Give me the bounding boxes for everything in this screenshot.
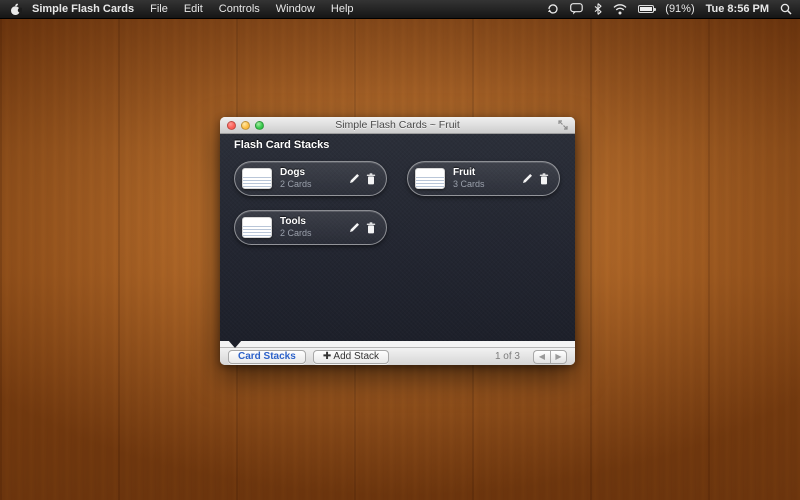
card-thumbnail-icon [242, 168, 272, 189]
card-thumbnail-icon [242, 217, 272, 238]
panel-heading: Flash Card Stacks [234, 139, 561, 151]
stack-card-dogs[interactable]: Dogs 2 Cards [234, 161, 387, 196]
sync-icon[interactable] [547, 3, 559, 15]
battery-fill [640, 7, 652, 11]
menu-controls[interactable]: Controls [219, 3, 260, 15]
close-button[interactable] [227, 121, 236, 130]
apple-menu[interactable] [8, 3, 24, 16]
battery-icon[interactable] [638, 5, 654, 13]
minimize-button[interactable] [241, 121, 250, 130]
window-body-strip [220, 341, 575, 347]
menu-help[interactable]: Help [331, 3, 354, 15]
flash-card-stacks-panel: Flash Card Stacks Dogs 2 Cards [220, 134, 575, 341]
status-icons: (91%) Tue 8:56 PM [547, 3, 792, 15]
zoom-button[interactable] [255, 121, 264, 130]
menu-bar: Simple Flash Cards File Edit Controls Wi… [0, 0, 800, 19]
wifi-icon[interactable] [613, 4, 627, 15]
menu-clock[interactable]: Tue 8:56 PM [706, 3, 769, 15]
add-stack-button[interactable]: ✚ Add Stack [313, 350, 389, 364]
edit-pencil-icon[interactable] [349, 173, 360, 184]
stack-count: 3 Cards [453, 179, 522, 190]
resize-corner-icon[interactable] [558, 120, 568, 130]
stack-card-tools[interactable]: Tools 2 Cards [234, 210, 387, 245]
bottom-toolbar: Card Stacks ✚ Add Stack 1 of 3 ◀ ▶ [220, 347, 575, 365]
stack-name: Tools [280, 216, 349, 229]
stack-name: Dogs [280, 167, 349, 180]
bluetooth-icon[interactable] [594, 3, 602, 15]
stack-count: 2 Cards [280, 228, 349, 239]
battery-percent: (91%) [665, 3, 694, 15]
pager-controls: ◀ ▶ [533, 350, 567, 364]
stack-card-fruit[interactable]: Fruit 3 Cards [407, 161, 560, 196]
menu-edit[interactable]: Edit [184, 3, 203, 15]
next-page-button[interactable]: ▶ [550, 350, 567, 364]
card-thumbnail-icon [415, 168, 445, 189]
menu-app-name[interactable]: Simple Flash Cards [32, 3, 134, 15]
edit-pencil-icon[interactable] [349, 222, 360, 233]
menu-window[interactable]: Window [276, 3, 315, 15]
stack-count: 2 Cards [280, 179, 349, 190]
stack-name: Fruit [453, 167, 522, 180]
window-title-bar[interactable]: Simple Flash Cards ~ Fruit [220, 117, 575, 134]
card-stacks-button[interactable]: Card Stacks [228, 350, 306, 364]
page-indicator: 1 of 3 [495, 351, 520, 362]
delete-trash-icon[interactable] [366, 222, 376, 234]
chat-bubble-icon[interactable] [570, 3, 583, 15]
window-title: Simple Flash Cards ~ Fruit [220, 119, 575, 131]
apple-logo-icon [10, 3, 22, 16]
stack-grid: Dogs 2 Cards Fruit [234, 161, 561, 245]
delete-trash-icon[interactable] [539, 173, 549, 185]
menu-file[interactable]: File [150, 3, 168, 15]
previous-page-button[interactable]: ◀ [533, 350, 550, 364]
traffic-lights [227, 121, 264, 130]
spotlight-icon[interactable] [780, 3, 792, 15]
delete-trash-icon[interactable] [366, 173, 376, 185]
app-window: Simple Flash Cards ~ Fruit Flash Card St… [220, 117, 575, 365]
edit-pencil-icon[interactable] [522, 173, 533, 184]
popover-pointer [228, 340, 242, 348]
